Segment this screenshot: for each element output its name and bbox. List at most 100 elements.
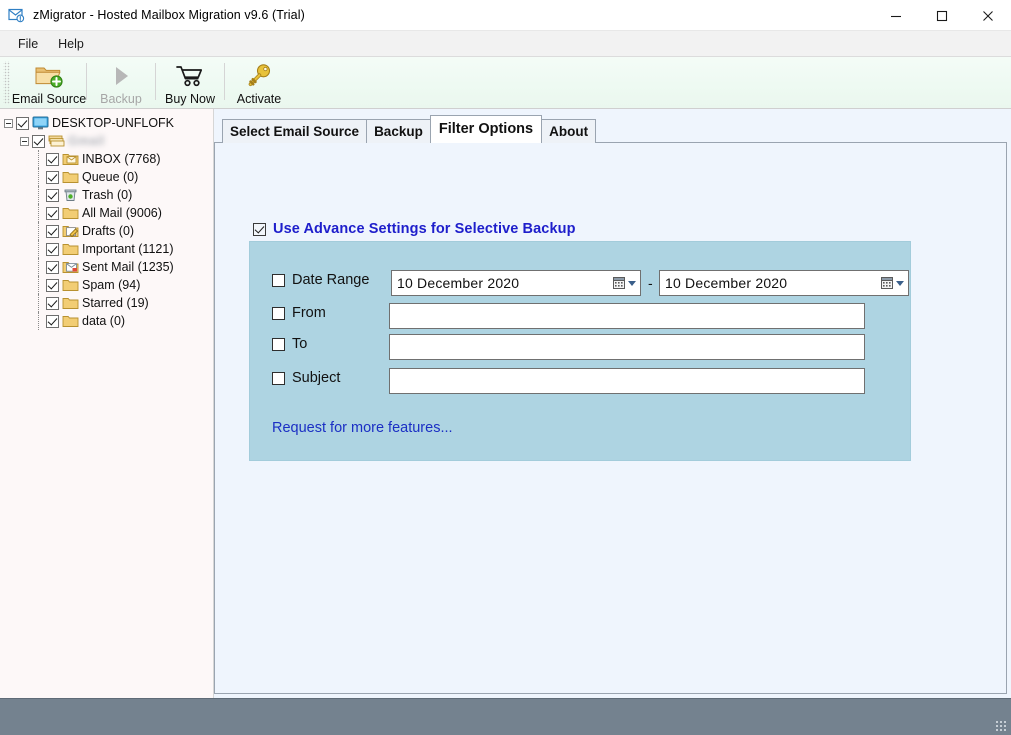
- date-to-dropdown[interactable]: [880, 276, 905, 290]
- title-bar: zMigrator - Hosted Mailbox Migration v9.…: [0, 0, 1011, 31]
- folder-icon: [62, 206, 79, 220]
- tree-folder-item[interactable]: INBOX (7768): [0, 150, 213, 168]
- subject-input[interactable]: [389, 368, 865, 394]
- tree-account-label: Gmail: [68, 134, 105, 148]
- advance-settings-label: Use Advance Settings for Selective Backu…: [273, 221, 576, 237]
- menu-file[interactable]: File: [8, 34, 48, 54]
- tree-folder-item[interactable]: Drafts (0): [0, 222, 213, 240]
- folder-checkbox[interactable]: [46, 260, 59, 274]
- from-checkbox[interactable]: [272, 306, 285, 320]
- date-to-value: 10 December 2020: [665, 275, 788, 291]
- folder-label: data (0): [82, 314, 126, 328]
- to-label: To: [292, 336, 308, 352]
- main-body: DESKTOP-UNFLOFK Gmail INBOX (7768) Queue …: [0, 109, 1011, 698]
- folder-checkbox[interactable]: [46, 224, 59, 238]
- resize-grip[interactable]: [995, 720, 1008, 733]
- request-more-features-link[interactable]: Request for more features...: [272, 420, 453, 436]
- tree-connector: [38, 276, 39, 294]
- shopping-cart-icon: [175, 61, 205, 91]
- tree-folder-item[interactable]: Important (1121): [0, 240, 213, 258]
- tree-folder-item[interactable]: Sent Mail (1235): [0, 258, 213, 276]
- folder-label: Trash (0): [82, 188, 133, 202]
- folder-checkbox[interactable]: [46, 296, 59, 310]
- folder-icon: [62, 314, 79, 328]
- maximize-button[interactable]: [919, 0, 965, 31]
- folder-checkbox[interactable]: [46, 242, 59, 256]
- buy-now-label: Buy Now: [164, 92, 216, 106]
- toolbar-grip[interactable]: [3, 61, 10, 104]
- advance-settings-box[interactable]: [253, 222, 266, 236]
- tree-connector: [38, 168, 39, 186]
- folder-label: Important (1121): [82, 242, 174, 256]
- tree-root-node[interactable]: DESKTOP-UNFLOFK: [0, 114, 213, 132]
- account-checkbox[interactable]: [32, 134, 45, 148]
- content-pane: Select Email Source Backup Filter Options A…: [214, 109, 1011, 698]
- folder-icon: [62, 278, 79, 292]
- backup-button[interactable]: Backup: [87, 57, 155, 108]
- folder-label: Queue (0): [82, 170, 139, 184]
- to-row: To: [272, 336, 307, 352]
- activate-button[interactable]: Activate: [225, 57, 293, 108]
- collapse-toggle-account[interactable]: [20, 136, 29, 146]
- tree-folder-item[interactable]: Spam (94): [0, 276, 213, 294]
- calendar-icon: [881, 277, 893, 289]
- collapse-toggle-root[interactable]: [4, 118, 13, 128]
- filter-settings-panel: Date Range 10 December 2020 - 10 Decembe…: [249, 241, 911, 461]
- folder-checkbox[interactable]: [46, 170, 59, 184]
- from-row: From: [272, 305, 326, 321]
- tab-filter-options[interactable]: Filter Options: [429, 115, 543, 143]
- calendar-icon: [613, 277, 625, 289]
- folder-checkbox[interactable]: [46, 278, 59, 292]
- minimize-button[interactable]: [873, 0, 919, 31]
- monitor-icon: [32, 116, 49, 130]
- tree-connector: [38, 294, 39, 312]
- folder-tree-pane[interactable]: DESKTOP-UNFLOFK Gmail INBOX (7768) Queue …: [0, 109, 214, 698]
- tab-backup[interactable]: Backup: [366, 119, 431, 143]
- tree-connector: [38, 150, 39, 168]
- tab-strip: Select Email Source Backup Filter Options A…: [214, 114, 1007, 143]
- date-range-checkbox[interactable]: [272, 273, 285, 287]
- subject-row: Subject: [272, 370, 340, 386]
- tree-folder-item[interactable]: Starred (19): [0, 294, 213, 312]
- tree-folder-item[interactable]: Queue (0): [0, 168, 213, 186]
- tree-connector: [38, 222, 39, 240]
- chevron-down-icon: [896, 281, 904, 286]
- play-arrow-icon: [108, 61, 134, 91]
- tree-account-node[interactable]: Gmail: [0, 132, 213, 150]
- from-input[interactable]: [389, 303, 865, 329]
- toolbar: Email Source Backup Buy Now Activate: [0, 57, 1011, 109]
- date-from-picker[interactable]: 10 December 2020: [391, 270, 641, 296]
- drafts-folder-icon: [62, 224, 79, 238]
- folder-checkbox[interactable]: [46, 152, 59, 166]
- root-checkbox[interactable]: [16, 116, 29, 130]
- subject-label: Subject: [292, 370, 341, 386]
- tab-about[interactable]: About: [541, 119, 597, 143]
- date-range-row: Date Range: [272, 272, 369, 288]
- date-from-dropdown[interactable]: [612, 276, 637, 290]
- use-advance-settings-checkbox[interactable]: Use Advance Settings for Selective Backu…: [253, 221, 576, 237]
- tab-select-email-source[interactable]: Select Email Source: [222, 119, 368, 143]
- tree-folder-item[interactable]: All Mail (9006): [0, 204, 213, 222]
- folder-checkbox[interactable]: [46, 314, 59, 328]
- close-button[interactable]: [965, 0, 1011, 31]
- filter-options-page: Use Advance Settings for Selective Backu…: [214, 143, 1007, 694]
- tree-connector: [38, 258, 39, 276]
- activate-label: Activate: [236, 92, 282, 106]
- buy-now-button[interactable]: Buy Now: [156, 57, 224, 108]
- tree-folder-item[interactable]: Trash (0): [0, 186, 213, 204]
- to-input[interactable]: [389, 334, 865, 360]
- from-label: From: [292, 305, 326, 321]
- email-source-button[interactable]: Email Source: [12, 57, 86, 108]
- to-checkbox[interactable]: [272, 337, 285, 351]
- subject-checkbox[interactable]: [272, 371, 285, 385]
- folder-icon: [62, 296, 79, 310]
- application-window: zMigrator - Hosted Mailbox Migration v9.…: [0, 0, 1011, 735]
- folder-label: All Mail (9006): [82, 206, 162, 220]
- menu-help[interactable]: Help: [48, 34, 94, 54]
- folder-checkbox[interactable]: [46, 188, 59, 202]
- folder-checkbox[interactable]: [46, 206, 59, 220]
- tree-connector: [38, 186, 39, 204]
- tree-folder-item[interactable]: data (0): [0, 312, 213, 330]
- date-to-picker[interactable]: 10 December 2020: [659, 270, 909, 296]
- folder-add-icon: [34, 61, 64, 91]
